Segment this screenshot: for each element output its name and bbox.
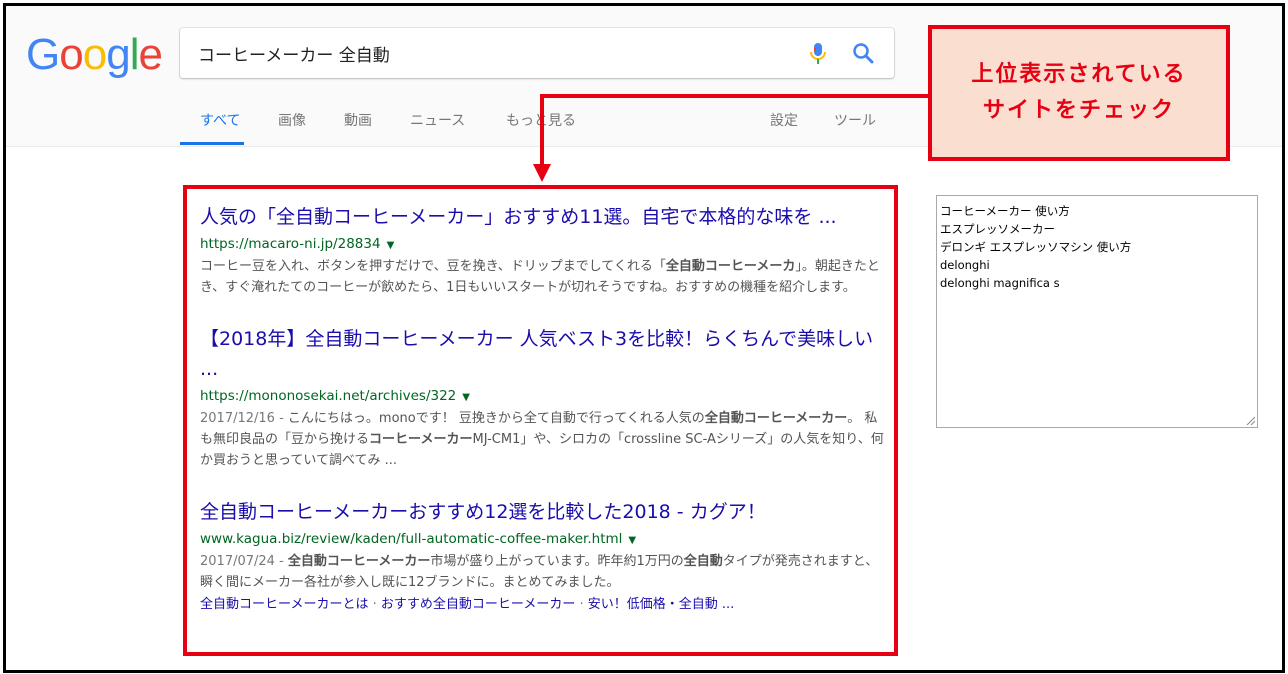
- snippet-text: こんにちはっ。monoです！ 豆挽きから全て自動で行ってくれる人気の: [287, 411, 705, 426]
- snippet-text: 市場が盛り上がっています。昨年約1万円の: [430, 554, 684, 569]
- search-input[interactable]: [198, 28, 798, 78]
- tab-all[interactable]: すべて: [200, 110, 240, 130]
- callout-line-2: サイトをチェック: [982, 98, 1175, 123]
- connector-line: [540, 94, 544, 166]
- date-separator: -: [274, 411, 288, 426]
- tab-settings[interactable]: 設定: [770, 110, 798, 130]
- logo-letter: G: [26, 30, 60, 79]
- resize-handle-icon[interactable]: [1245, 415, 1255, 425]
- screenshot-frame: Google すべて 画像 動画 ニュース もっと見る 設定 ツール: [3, 3, 1285, 673]
- search-box[interactable]: [180, 28, 894, 78]
- related-item: delonghi magnifica s: [940, 276, 1060, 290]
- search-result: 全自動コーヒーメーカーおすすめ12選を比較した2018 - カグア！ www.k…: [200, 497, 890, 615]
- google-logo[interactable]: Google: [26, 30, 163, 80]
- logo-letter: g: [106, 30, 131, 79]
- related-item: エスプレッソメーカー: [940, 222, 1055, 236]
- related-item: delonghi: [940, 258, 990, 272]
- snippet-highlight: コーヒーメーカー: [369, 432, 473, 447]
- result-snippet: 2017/12/16 - こんにちはっ。monoです！ 豆挽きから全て自動で行っ…: [200, 408, 890, 471]
- related-item: デロンギ エスプレッソマシン 使い方: [940, 240, 1132, 254]
- sitelink[interactable]: おすすめ全自動コーヒーメーカー: [381, 597, 575, 612]
- result-date: 2017/07/24: [200, 554, 275, 569]
- sitelinks: 全自動コーヒーメーカーとは · おすすめ全自動コーヒーメーカー · 安い！低価格…: [200, 595, 890, 615]
- dropdown-arrow-icon[interactable]: ▼: [628, 535, 636, 546]
- result-url-text: www.kagua.biz/review/kaden/full-automati…: [200, 531, 623, 547]
- result-title-link[interactable]: 人気の「全自動コーヒーメーカー」おすすめ11選。自宅で本格的な味を ...: [200, 202, 890, 232]
- date-separator: -: [274, 554, 288, 569]
- related-item: コーヒーメーカー 使い方: [940, 204, 1070, 218]
- snippet-highlight: 全自動コーヒーメーカ: [665, 259, 796, 274]
- search-result: 【2018年】全自動コーヒーメーカー 人気ベスト3を比較！らくちんで美味しい .…: [200, 324, 890, 471]
- result-url: https://macaro-ni.jp/28834 ▼: [200, 234, 890, 256]
- result-url: www.kagua.biz/review/kaden/full-automati…: [200, 529, 890, 551]
- sitelink[interactable]: 全自動コーヒーメーカーとは: [200, 597, 368, 612]
- result-snippet: コーヒー豆を入れ、ボタンを押すだけで、豆を挽き、ドリップまでしてくれる「全自動コ…: [200, 256, 890, 298]
- snippet-highlight: 全自動コーヒーメーカー: [287, 554, 431, 569]
- annotation-callout: 上位表示されている サイトをチェック: [928, 25, 1230, 161]
- dropdown-arrow-icon[interactable]: ▼: [462, 392, 470, 403]
- tab-videos[interactable]: 動画: [344, 110, 372, 130]
- logo-letter: o: [59, 30, 84, 79]
- search-icon[interactable]: [852, 42, 874, 64]
- tab-tools[interactable]: ツール: [834, 110, 876, 130]
- search-results: 人気の「全自動コーヒーメーカー」おすすめ11選。自宅で本格的な味を ... ht…: [200, 202, 890, 641]
- logo-letter: o: [82, 30, 108, 79]
- dropdown-arrow-icon[interactable]: ▼: [387, 240, 395, 251]
- snippet-highlight: 全自動コーヒーメーカー: [704, 411, 848, 426]
- result-title-link[interactable]: 【2018年】全自動コーヒーメーカー 人気ベスト3を比較！らくちんで美味しい .…: [200, 324, 890, 384]
- tab-images[interactable]: 画像: [278, 110, 306, 130]
- snippet-text: コーヒー豆を入れ、ボタンを押すだけで、豆を挽き、ドリップまでしてくれる「: [200, 259, 666, 274]
- active-tab-indicator: [180, 142, 244, 145]
- microphone-icon[interactable]: [808, 42, 828, 66]
- result-snippet: 2017/07/24 - 全自動コーヒーメーカー市場が盛り上がっています。昨年約…: [200, 551, 890, 593]
- sitelink[interactable]: 安い！低価格・全自動 ...: [588, 597, 735, 612]
- logo-letter: l: [129, 30, 140, 79]
- result-date: 2017/12/16: [200, 411, 275, 426]
- logo-letter: e: [138, 30, 163, 79]
- tab-news[interactable]: ニュース: [410, 110, 465, 130]
- result-title-link[interactable]: 全自動コーヒーメーカーおすすめ12選を比較した2018 - カグア！: [200, 497, 890, 527]
- connector-line: [540, 94, 930, 98]
- search-result: 人気の「全自動コーヒーメーカー」おすすめ11選。自宅で本格的な味を ... ht…: [200, 202, 890, 298]
- arrow-down-icon: [533, 164, 551, 182]
- result-url: https://mononosekai.net/archives/322 ▼: [200, 386, 890, 408]
- result-url-text: https://macaro-ni.jp/28834: [200, 236, 381, 252]
- result-url-text: https://mononosekai.net/archives/322: [200, 388, 457, 404]
- callout-line-1: 上位表示されている: [971, 62, 1187, 87]
- related-searches-textarea[interactable]: コーヒーメーカー 使い方 エスプレッソメーカー デロンギ エスプレッソマシン 使…: [936, 195, 1258, 428]
- snippet-highlight: 全自動: [683, 554, 723, 569]
- sitelink-separator: ·: [575, 597, 588, 612]
- sitelink-separator: ·: [368, 597, 381, 612]
